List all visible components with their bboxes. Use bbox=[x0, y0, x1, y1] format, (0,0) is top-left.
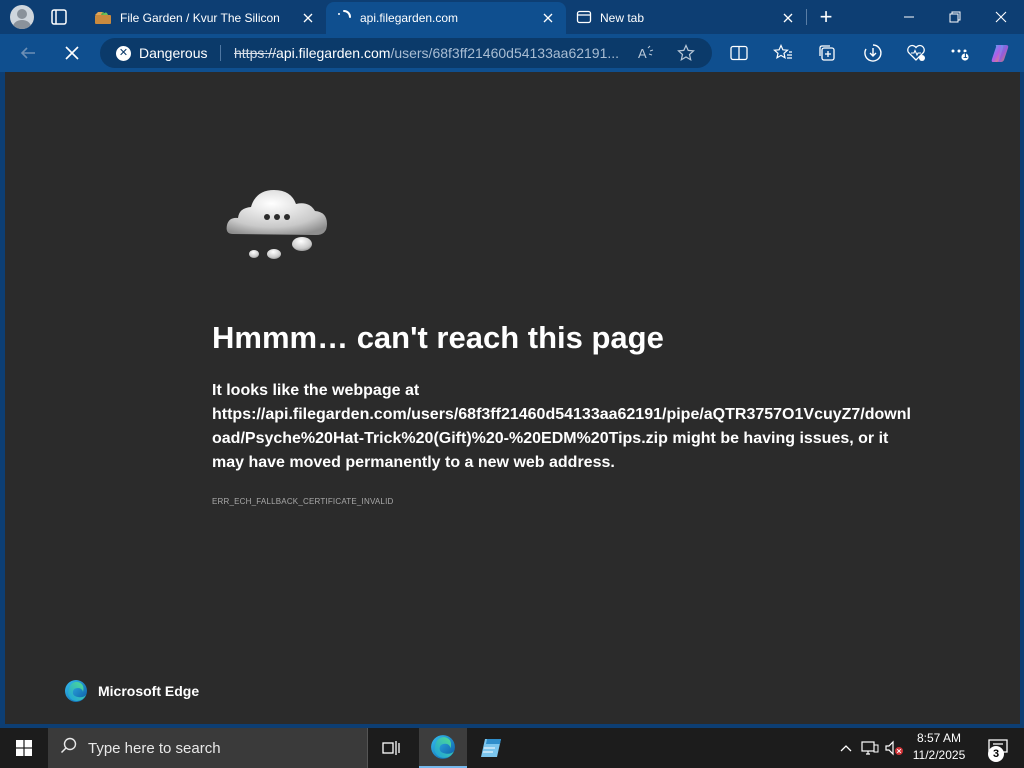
new-tab-button[interactable]: + bbox=[804, 0, 848, 34]
close-icon[interactable] bbox=[780, 10, 796, 26]
close-icon[interactable] bbox=[300, 10, 316, 26]
search-placeholder: Type here to search bbox=[88, 739, 221, 757]
favorite-star-icon[interactable] bbox=[670, 37, 702, 69]
url-path: /users/68f3ff21460d54133aa62191... bbox=[390, 45, 620, 61]
security-indicator[interactable]: ✕ Dangerous bbox=[108, 41, 216, 65]
close-icon[interactable] bbox=[540, 10, 556, 26]
error-description: It looks like the webpage at https://api… bbox=[212, 379, 912, 475]
browser-toolbar: ✕ Dangerous https:// api.filegarden.com … bbox=[0, 34, 1024, 72]
network-icon[interactable] bbox=[858, 728, 882, 768]
stop-button[interactable] bbox=[56, 37, 88, 69]
tab-new-tab[interactable]: New tab bbox=[566, 2, 806, 34]
url-scheme: https:// bbox=[234, 45, 277, 61]
search-icon bbox=[60, 737, 78, 759]
error-text-prefix: It looks like the webpage at bbox=[212, 382, 420, 399]
url-text[interactable]: https:// api.filegarden.com /users/68f3f… bbox=[234, 38, 629, 68]
error-title: Hmmm… can't reach this page bbox=[212, 320, 664, 355]
split-screen-icon[interactable] bbox=[723, 37, 755, 69]
thinking-cloud-icon bbox=[223, 184, 335, 266]
taskbar-app-notepad[interactable] bbox=[468, 728, 516, 768]
restore-button[interactable] bbox=[932, 0, 978, 34]
downloads-icon[interactable] bbox=[857, 37, 889, 69]
back-button[interactable] bbox=[12, 37, 44, 69]
start-button[interactable] bbox=[0, 728, 48, 768]
tab-strip: File Garden / Kvur The Silicon api.fileg… bbox=[0, 0, 1024, 34]
tab-label: File Garden / Kvur The Silicon bbox=[120, 11, 280, 25]
copilot-icon[interactable] bbox=[984, 37, 1016, 69]
clock-date: 11/2/2025 bbox=[912, 748, 966, 762]
omnibox-divider bbox=[220, 45, 221, 61]
tab-label: New tab bbox=[600, 11, 645, 25]
volume-muted-icon[interactable] bbox=[882, 728, 906, 768]
windows-logo-icon bbox=[16, 740, 32, 756]
svg-text:A: A bbox=[638, 46, 647, 61]
taskbar-search[interactable]: Type here to search bbox=[48, 728, 368, 768]
task-view-button[interactable] bbox=[368, 728, 416, 768]
read-aloud-icon[interactable]: A bbox=[630, 37, 662, 69]
tab-file-garden[interactable]: File Garden / Kvur The Silicon bbox=[84, 2, 326, 34]
notepad-icon bbox=[481, 739, 501, 757]
minimize-button[interactable] bbox=[886, 0, 932, 34]
address-bar[interactable]: ✕ Dangerous https:// api.filegarden.com … bbox=[100, 38, 712, 68]
plus-icon: + bbox=[819, 4, 833, 29]
dangerous-icon: ✕ bbox=[116, 45, 131, 61]
close-window-button[interactable] bbox=[978, 0, 1024, 34]
collections-icon[interactable] bbox=[811, 37, 843, 69]
tab-api-filegarden[interactable]: api.filegarden.com bbox=[326, 2, 566, 34]
favorites-icon[interactable] bbox=[767, 37, 799, 69]
notification-count-badge: 3 bbox=[988, 746, 1004, 762]
more-options-button[interactable]: 1 bbox=[944, 37, 976, 69]
clock-time: 8:57 AM bbox=[916, 731, 962, 745]
security-label: Dangerous bbox=[139, 45, 208, 61]
show-hidden-icons-chevron-icon[interactable] bbox=[836, 728, 856, 768]
url-host: api.filegarden.com bbox=[276, 45, 391, 61]
edge-branding: Microsoft Edge bbox=[64, 679, 199, 703]
tab-actions-icon[interactable] bbox=[48, 7, 70, 27]
taskbar-edge[interactable] bbox=[419, 728, 467, 768]
new-tab-icon bbox=[576, 9, 592, 28]
tab-label: api.filegarden.com bbox=[360, 11, 459, 25]
edge-brand-label: Microsoft Edge bbox=[98, 683, 200, 699]
edge-logo-icon bbox=[64, 679, 88, 703]
update-badge: 1 bbox=[963, 51, 968, 60]
task-view-icon bbox=[382, 741, 400, 755]
error-code: ERR_ECH_FALLBACK_CERTIFICATE_INVALID bbox=[212, 497, 394, 506]
profile-avatar[interactable] bbox=[10, 5, 34, 29]
edge-icon bbox=[431, 735, 455, 759]
windows-taskbar: Type here to search 8:57 AM 11/2/2025 bbox=[0, 728, 1024, 768]
loading-spinner-icon bbox=[336, 9, 352, 28]
system-clock[interactable]: 8:57 AM 11/2/2025 bbox=[906, 730, 972, 764]
error-page: Hmmm… can't reach this page It looks lik… bbox=[5, 72, 1020, 724]
browser-essentials-icon[interactable] bbox=[900, 37, 932, 69]
file-garden-favicon bbox=[94, 9, 112, 28]
